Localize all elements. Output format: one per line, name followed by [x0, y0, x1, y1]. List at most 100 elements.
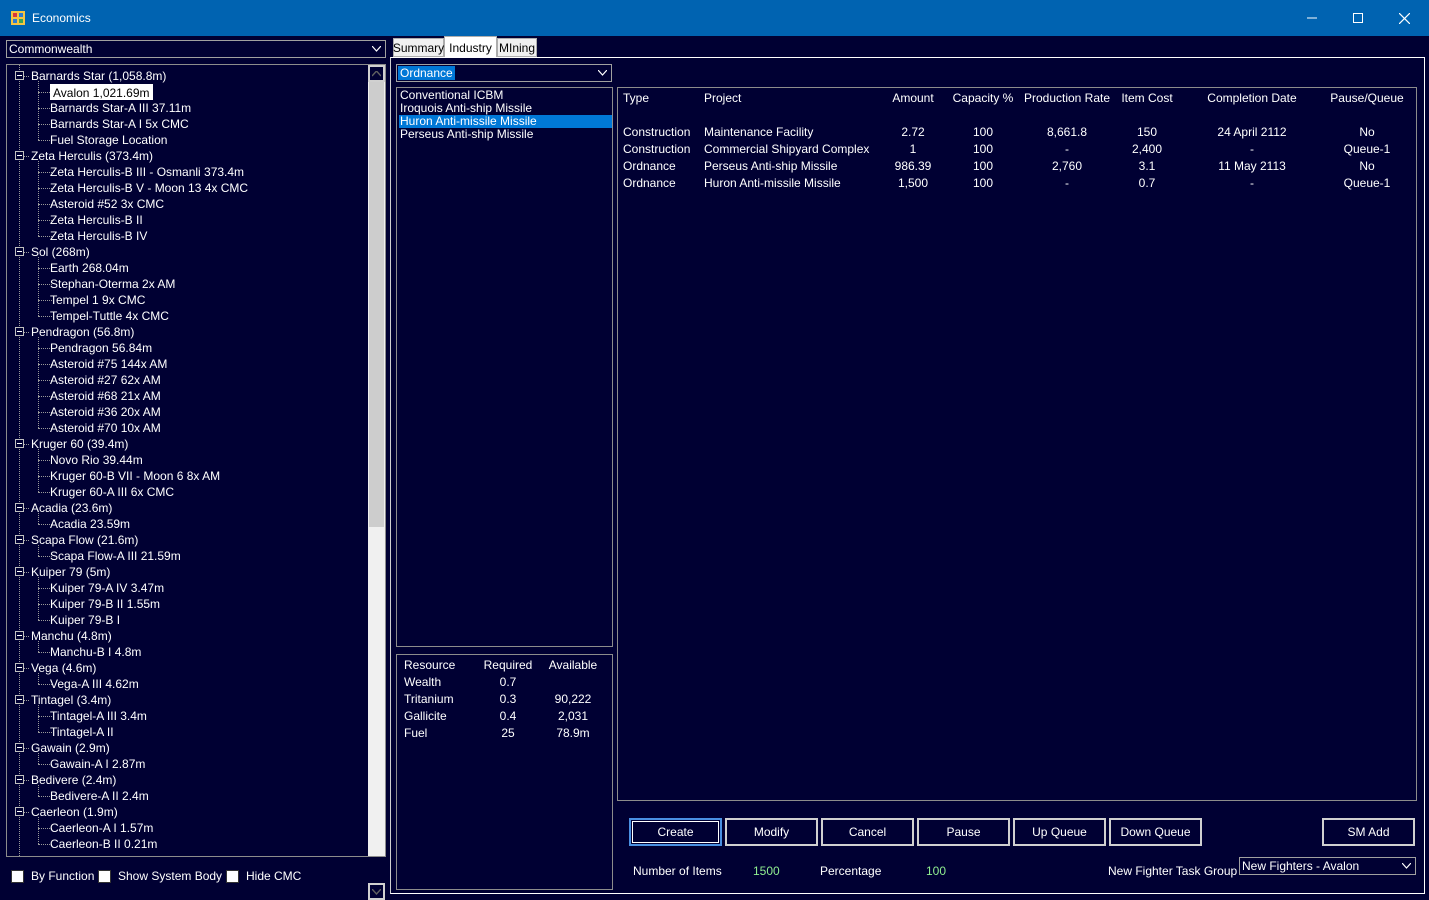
tree-node-body[interactable]: Gawain-A I 2.87m — [50, 756, 145, 772]
tree-node-body[interactable]: Zeta Herculis-B IV — [50, 228, 147, 244]
scroll-thumb[interactable] — [369, 82, 384, 527]
tree-node-body[interactable]: Caerleon-A I 1.57m — [50, 820, 153, 836]
tree-node-system[interactable]: Zeta Herculis (373.4m) — [31, 148, 153, 164]
tree-node-body[interactable]: Tintagel-A III 3.4m — [50, 708, 147, 724]
fighter-task-group-select[interactable]: New Fighters - Avalon — [1239, 857, 1416, 875]
tree-node-body[interactable]: Asteroid #36 20x AM — [50, 404, 161, 420]
tree-node-body[interactable]: Earth 268.04m — [50, 260, 129, 276]
hide-cmc-checkbox[interactable]: Hide CMC — [226, 869, 301, 883]
project-list[interactable]: Conventional ICBM Iroquois Anti-ship Miss… — [396, 87, 613, 647]
collapse-icon[interactable] — [15, 775, 24, 784]
tree-connector — [38, 545, 39, 556]
collapse-icon[interactable] — [15, 247, 24, 256]
tree-node-system[interactable]: Pendragon (56.8m) — [31, 324, 134, 340]
tree-node-system[interactable]: Gawain (2.9m) — [31, 740, 110, 756]
tree-node-system[interactable]: Acadia (23.6m) — [31, 500, 112, 516]
minimize-button[interactable] — [1289, 0, 1335, 36]
checkbox-box[interactable] — [98, 869, 111, 883]
modify-button[interactable]: Modify — [725, 818, 818, 846]
tab-industry[interactable]: Industry — [444, 36, 497, 58]
tree-node-body[interactable]: Fuel Storage Location — [50, 132, 167, 148]
tab-summary[interactable]: Summary — [393, 38, 444, 57]
collapse-icon[interactable] — [15, 327, 24, 336]
tree-node-system[interactable]: Tintagel (3.4m) — [31, 692, 111, 708]
population-tree[interactable]: Barnards Star (1,058.8m) Avalon 1,021.69m… — [6, 64, 386, 857]
collapse-icon[interactable] — [15, 695, 24, 704]
tree-node-system[interactable]: Barnards Star (1,058.8m) — [31, 68, 166, 84]
tree-node-body[interactable]: Pendragon 56.84m — [50, 340, 152, 356]
tree-node-body[interactable]: Kuiper 79-B I — [50, 612, 120, 628]
tree-node-body[interactable]: Tintagel-A II — [50, 724, 114, 740]
collapse-icon[interactable] — [15, 71, 24, 80]
list-item[interactable]: Perseus Anti-ship Missile — [399, 128, 612, 141]
pause-button[interactable]: Pause — [917, 818, 1010, 846]
tree-node-body[interactable]: Tempel-Tuttle 4x CMC — [50, 308, 169, 324]
scroll-up-icon[interactable] — [368, 65, 385, 82]
collapse-icon[interactable] — [15, 151, 24, 160]
tree-node-body[interactable]: Asteroid #27 62x AM — [50, 372, 161, 388]
tree-node-body[interactable]: Asteroid #68 21x AM — [50, 388, 161, 404]
tree-scrollbar[interactable] — [368, 65, 385, 900]
tree-node-body[interactable]: Avalon 1,021.69m — [50, 84, 153, 100]
tab-mining[interactable]: MIning — [497, 38, 537, 57]
collapse-icon[interactable] — [15, 743, 24, 752]
tree-node-body[interactable]: Kruger 60-A III 6x CMC — [50, 484, 174, 500]
category-select[interactable]: Ordnance — [396, 64, 612, 82]
tree-node-body[interactable]: Asteroid #70 10x AM — [50, 420, 161, 436]
close-button[interactable] — [1381, 0, 1427, 36]
tree-node-body[interactable]: Caerleon-B II 0.21m — [50, 836, 157, 852]
create-button[interactable]: Create — [629, 818, 722, 846]
tree-node-body[interactable]: Bedivere-A II 2.4m — [50, 788, 149, 804]
tree-node-body[interactable]: Asteroid #52 3x CMC — [50, 196, 164, 212]
tree-node-body[interactable]: Barnards Star-A III 37.11m — [50, 100, 191, 116]
tree-node-body[interactable]: Kuiper 79-B II 1.55m — [50, 596, 160, 612]
up-queue-button[interactable]: Up Queue — [1013, 818, 1106, 846]
chevron-down-icon[interactable] — [1398, 858, 1415, 874]
tree-node-body[interactable]: Manchu-B I 4.8m — [50, 644, 141, 660]
tree-node-body[interactable]: Vega-A III 4.62m — [50, 676, 139, 692]
percentage-value[interactable]: 100 — [926, 864, 946, 878]
tree-node-system[interactable]: Kruger 60 (39.4m) — [31, 436, 128, 452]
tree-node-body[interactable]: Acadia 23.59m — [50, 516, 130, 532]
tree-node-body[interactable]: Barnards Star-A I 5x CMC — [50, 116, 189, 132]
tree-node-system[interactable]: Caerleon (1.9m) — [31, 804, 118, 820]
sm-add-button[interactable]: SM Add — [1322, 818, 1415, 846]
checkbox-box[interactable] — [11, 869, 24, 883]
tree-node-system[interactable]: Vega (4.6m) — [31, 660, 96, 676]
collapse-icon[interactable] — [15, 807, 24, 816]
collapse-icon[interactable] — [15, 439, 24, 448]
tree-node-body[interactable]: Zeta Herculis-B II — [50, 212, 143, 228]
tree-node-body[interactable]: Zeta Herculis-B V - Moon 13 4x CMC — [50, 180, 248, 196]
tree-node-body[interactable]: Kruger 60-B VII - Moon 6 8x AM — [50, 468, 220, 484]
tree-node-body[interactable]: Zeta Herculis-B III - Osmanli 373.4m — [50, 164, 244, 180]
tree-node-system[interactable]: Bedivere (2.4m) — [31, 772, 116, 788]
collapse-icon[interactable] — [15, 503, 24, 512]
tree-node-body[interactable]: Scapa Flow-A III 21.59m — [50, 548, 181, 564]
table-cell: No — [1359, 159, 1375, 173]
tree-node-body[interactable]: Kuiper 79-A IV 3.47m — [50, 580, 164, 596]
tree-node-system[interactable]: Kuiper 79 (5m) — [31, 564, 110, 580]
production-queue-table[interactable]: Type Project Amount Capacity % Production Ra… — [617, 87, 1417, 801]
maximize-button[interactable] — [1335, 0, 1381, 36]
collapse-icon[interactable] — [15, 567, 24, 576]
down-queue-button[interactable]: Down Queue — [1109, 818, 1202, 846]
checkbox-box[interactable] — [226, 869, 239, 883]
empire-select[interactable]: Commonwealth — [6, 40, 386, 58]
cancel-button[interactable]: Cancel — [821, 818, 914, 846]
scroll-down-icon[interactable] — [368, 883, 385, 900]
collapse-icon[interactable] — [15, 535, 24, 544]
tree-node-system[interactable]: Scapa Flow (21.6m) — [31, 532, 138, 548]
tree-node-system[interactable]: Sol (268m) — [31, 244, 90, 260]
chevron-down-icon[interactable] — [368, 41, 385, 57]
collapse-icon[interactable] — [15, 663, 24, 672]
collapse-icon[interactable] — [15, 631, 24, 640]
chevron-down-icon[interactable] — [594, 65, 611, 81]
by-function-checkbox[interactable]: By Function — [11, 869, 94, 883]
tree-node-body[interactable]: Asteroid #75 144x AM — [50, 356, 167, 372]
tree-node-body[interactable]: Tempel 1 9x CMC — [50, 292, 145, 308]
tree-node-body[interactable]: Stephan-Oterma 2x AM — [50, 276, 175, 292]
show-system-body-checkbox[interactable]: Show System Body — [98, 869, 222, 883]
number-of-items-value[interactable]: 1500 — [753, 864, 780, 878]
tree-node-system[interactable]: Manchu (4.8m) — [31, 628, 112, 644]
tree-node-body[interactable]: Novo Rio 39.44m — [50, 452, 143, 468]
